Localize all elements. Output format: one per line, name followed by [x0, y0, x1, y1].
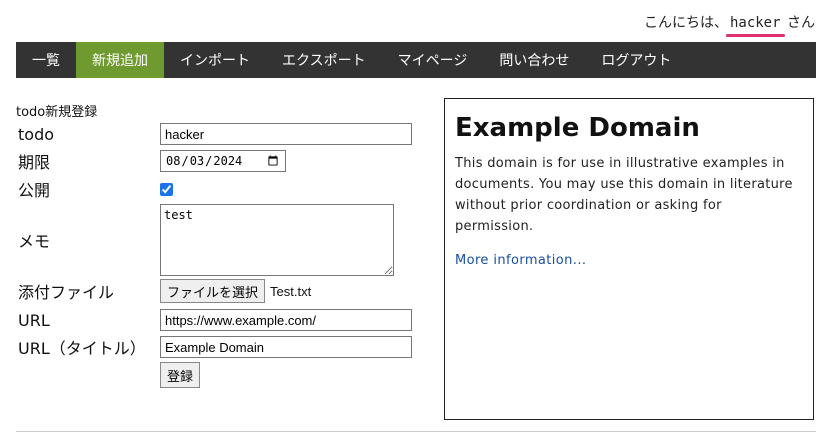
- preview-more-link[interactable]: More information...: [455, 253, 586, 268]
- memo-textarea[interactable]: test: [160, 204, 394, 276]
- due-label: 期限: [18, 153, 51, 172]
- footer-divider: [16, 431, 816, 432]
- public-checkbox[interactable]: [160, 182, 173, 196]
- url-input[interactable]: [160, 309, 412, 331]
- nav-list[interactable]: 一覧: [16, 42, 76, 78]
- url-label: URL: [18, 310, 50, 330]
- choose-file-button[interactable]: ファイルを選択: [160, 279, 266, 303]
- memo-label: メモ: [18, 232, 51, 251]
- public-label: 公開: [18, 181, 51, 200]
- form-title: todo新規登録: [16, 105, 98, 120]
- nav-logout[interactable]: ログアウト: [585, 42, 687, 78]
- nav-mypage[interactable]: マイページ: [382, 42, 484, 78]
- preview-body: This domain is for use in illustrative e…: [455, 156, 793, 234]
- todo-input[interactable]: [160, 123, 412, 145]
- url-title-row: URL（タイトル）: [18, 335, 412, 359]
- nav-export[interactable]: エクスポート: [266, 42, 382, 78]
- due-date-input[interactable]: [160, 150, 286, 172]
- url-preview-frame: Example Domain This domain is for use in…: [444, 98, 814, 420]
- greeting-suffix: さん: [787, 15, 815, 31]
- memo-row: メモ test: [18, 204, 394, 276]
- url-row: URL: [18, 309, 412, 331]
- todo-label: todo: [18, 124, 55, 144]
- nav-import[interactable]: インポート: [164, 42, 266, 78]
- preview-heading: Example Domain: [455, 113, 700, 143]
- attachment-row: 添付ファイル ファイルを選択 Test.txt: [18, 279, 311, 303]
- url-title-label: URL（タイトル）: [18, 339, 146, 358]
- submit-button[interactable]: 登録: [160, 362, 201, 388]
- attachment-label: 添付ファイル: [18, 283, 115, 302]
- nav-contact[interactable]: 問い合わせ: [483, 42, 585, 78]
- main-nav: 一覧 新規追加 インポート エクスポート マイページ 問い合わせ ログアウト: [16, 42, 816, 78]
- nav-new[interactable]: 新規追加: [76, 42, 164, 78]
- due-row: 期限: [18, 149, 286, 173]
- attachment-filename: Test.txt: [270, 283, 312, 299]
- url-title-input[interactable]: [160, 336, 412, 358]
- todo-row: todo: [18, 123, 412, 145]
- greeting-prefix: こんにちは、: [643, 15, 728, 31]
- username: hacker: [729, 15, 781, 31]
- greeting: こんにちは、 hacker さん: [644, 12, 815, 32]
- public-row: 公開: [18, 177, 173, 201]
